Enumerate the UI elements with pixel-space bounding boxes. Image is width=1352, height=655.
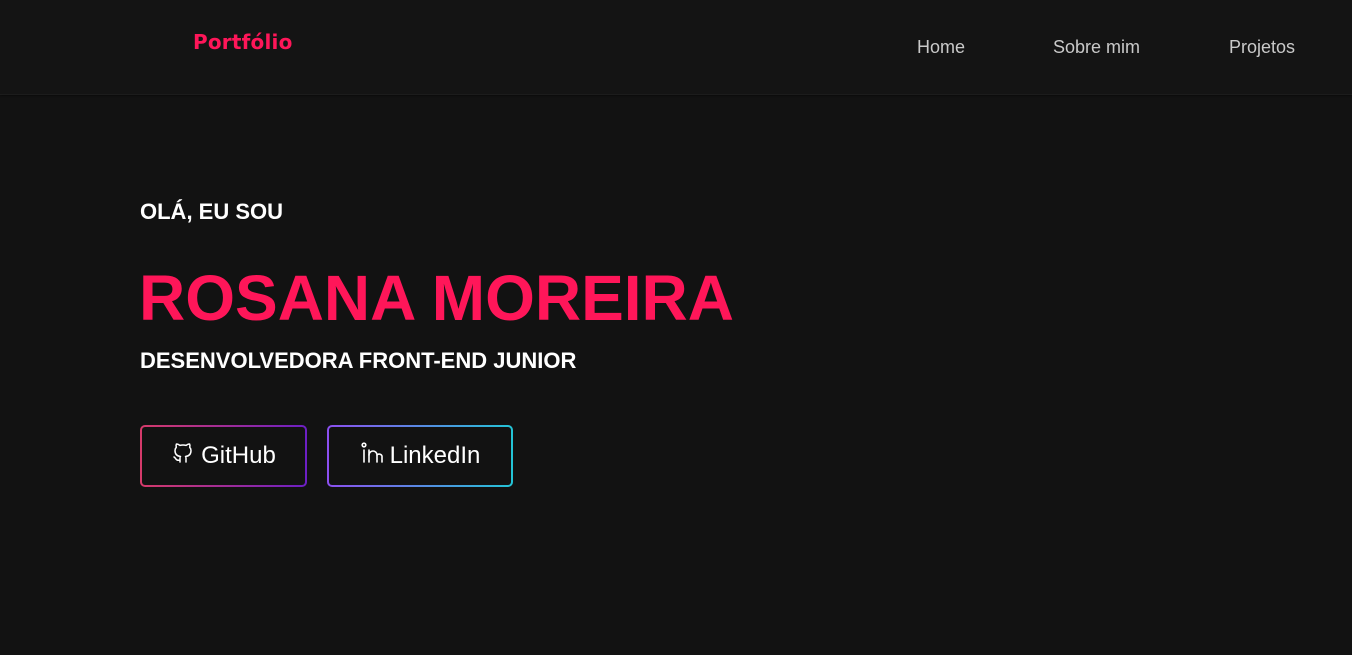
nav-link-projects[interactable]: Projetos	[1229, 37, 1295, 58]
nav-menu: Home Sobre mim Projetos	[0, 37, 1352, 59]
linkedin-button-label: LinkedIn	[389, 442, 481, 469]
github-button[interactable]: GitHub	[140, 425, 307, 487]
github-button-label: GitHub	[201, 442, 276, 469]
linkedin-button[interactable]: LinkedIn	[327, 425, 513, 487]
github-icon	[173, 443, 192, 463]
hero-name: ROSANA MOREIRA	[139, 262, 734, 334]
linkedin-button-inner: LinkedIn	[329, 427, 511, 485]
hero-greeting: OLÁ, EU SOU	[140, 199, 284, 224]
navbar: Portfólio Home Sobre mim Projetos	[0, 0, 1352, 95]
nav-link-home[interactable]: Home	[917, 37, 965, 58]
github-button-inner: GitHub	[142, 427, 305, 485]
nav-link-about[interactable]: Sobre mim	[1053, 37, 1140, 58]
hero-role: DESENVOLVEDORA FRONT-END JUNIOR	[140, 348, 577, 373]
linkedin-icon	[361, 442, 383, 463]
